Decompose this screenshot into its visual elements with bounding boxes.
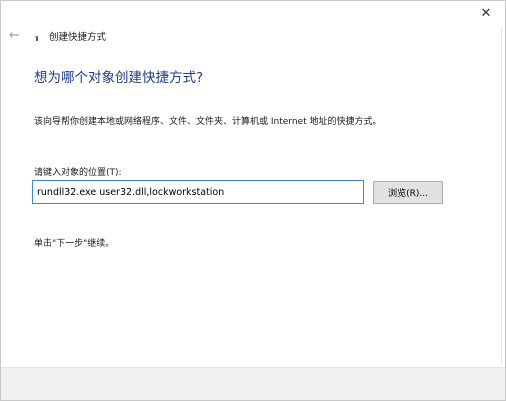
next-hint: 单击"下一步"继续。 [34, 239, 115, 249]
page-heading: 想为哪个对象创建快捷方式? [34, 70, 204, 86]
location-input[interactable] [32, 180, 364, 204]
wizard-footer [1, 367, 505, 400]
location-label: 请键入对象的位置(T): [34, 168, 122, 178]
wizard-description: 该向导帮你创建本地或网络程序、文件、文件夹、计算机或 Internet 地址的快… [34, 117, 382, 127]
back-button[interactable]: ← [9, 28, 25, 44]
browse-button[interactable]: 浏览(R)... [373, 181, 443, 204]
back-arrow-icon: ← [9, 28, 20, 43]
close-icon: ✕ [480, 5, 492, 21]
wizard-nav: ← 创建快捷方式 [1, 25, 505, 47]
wizard-title: 创建快捷方式 [49, 32, 107, 43]
title-bar: ✕ [1, 1, 505, 27]
shortcut-wizard-icon [35, 36, 38, 41]
close-button[interactable]: ✕ [473, 3, 499, 23]
content-edge [501, 27, 502, 365]
create-shortcut-window: ✕ ← 创建快捷方式 想为哪个对象创建快捷方式? 该向导帮你创建本地或网络程序、… [0, 0, 506, 401]
